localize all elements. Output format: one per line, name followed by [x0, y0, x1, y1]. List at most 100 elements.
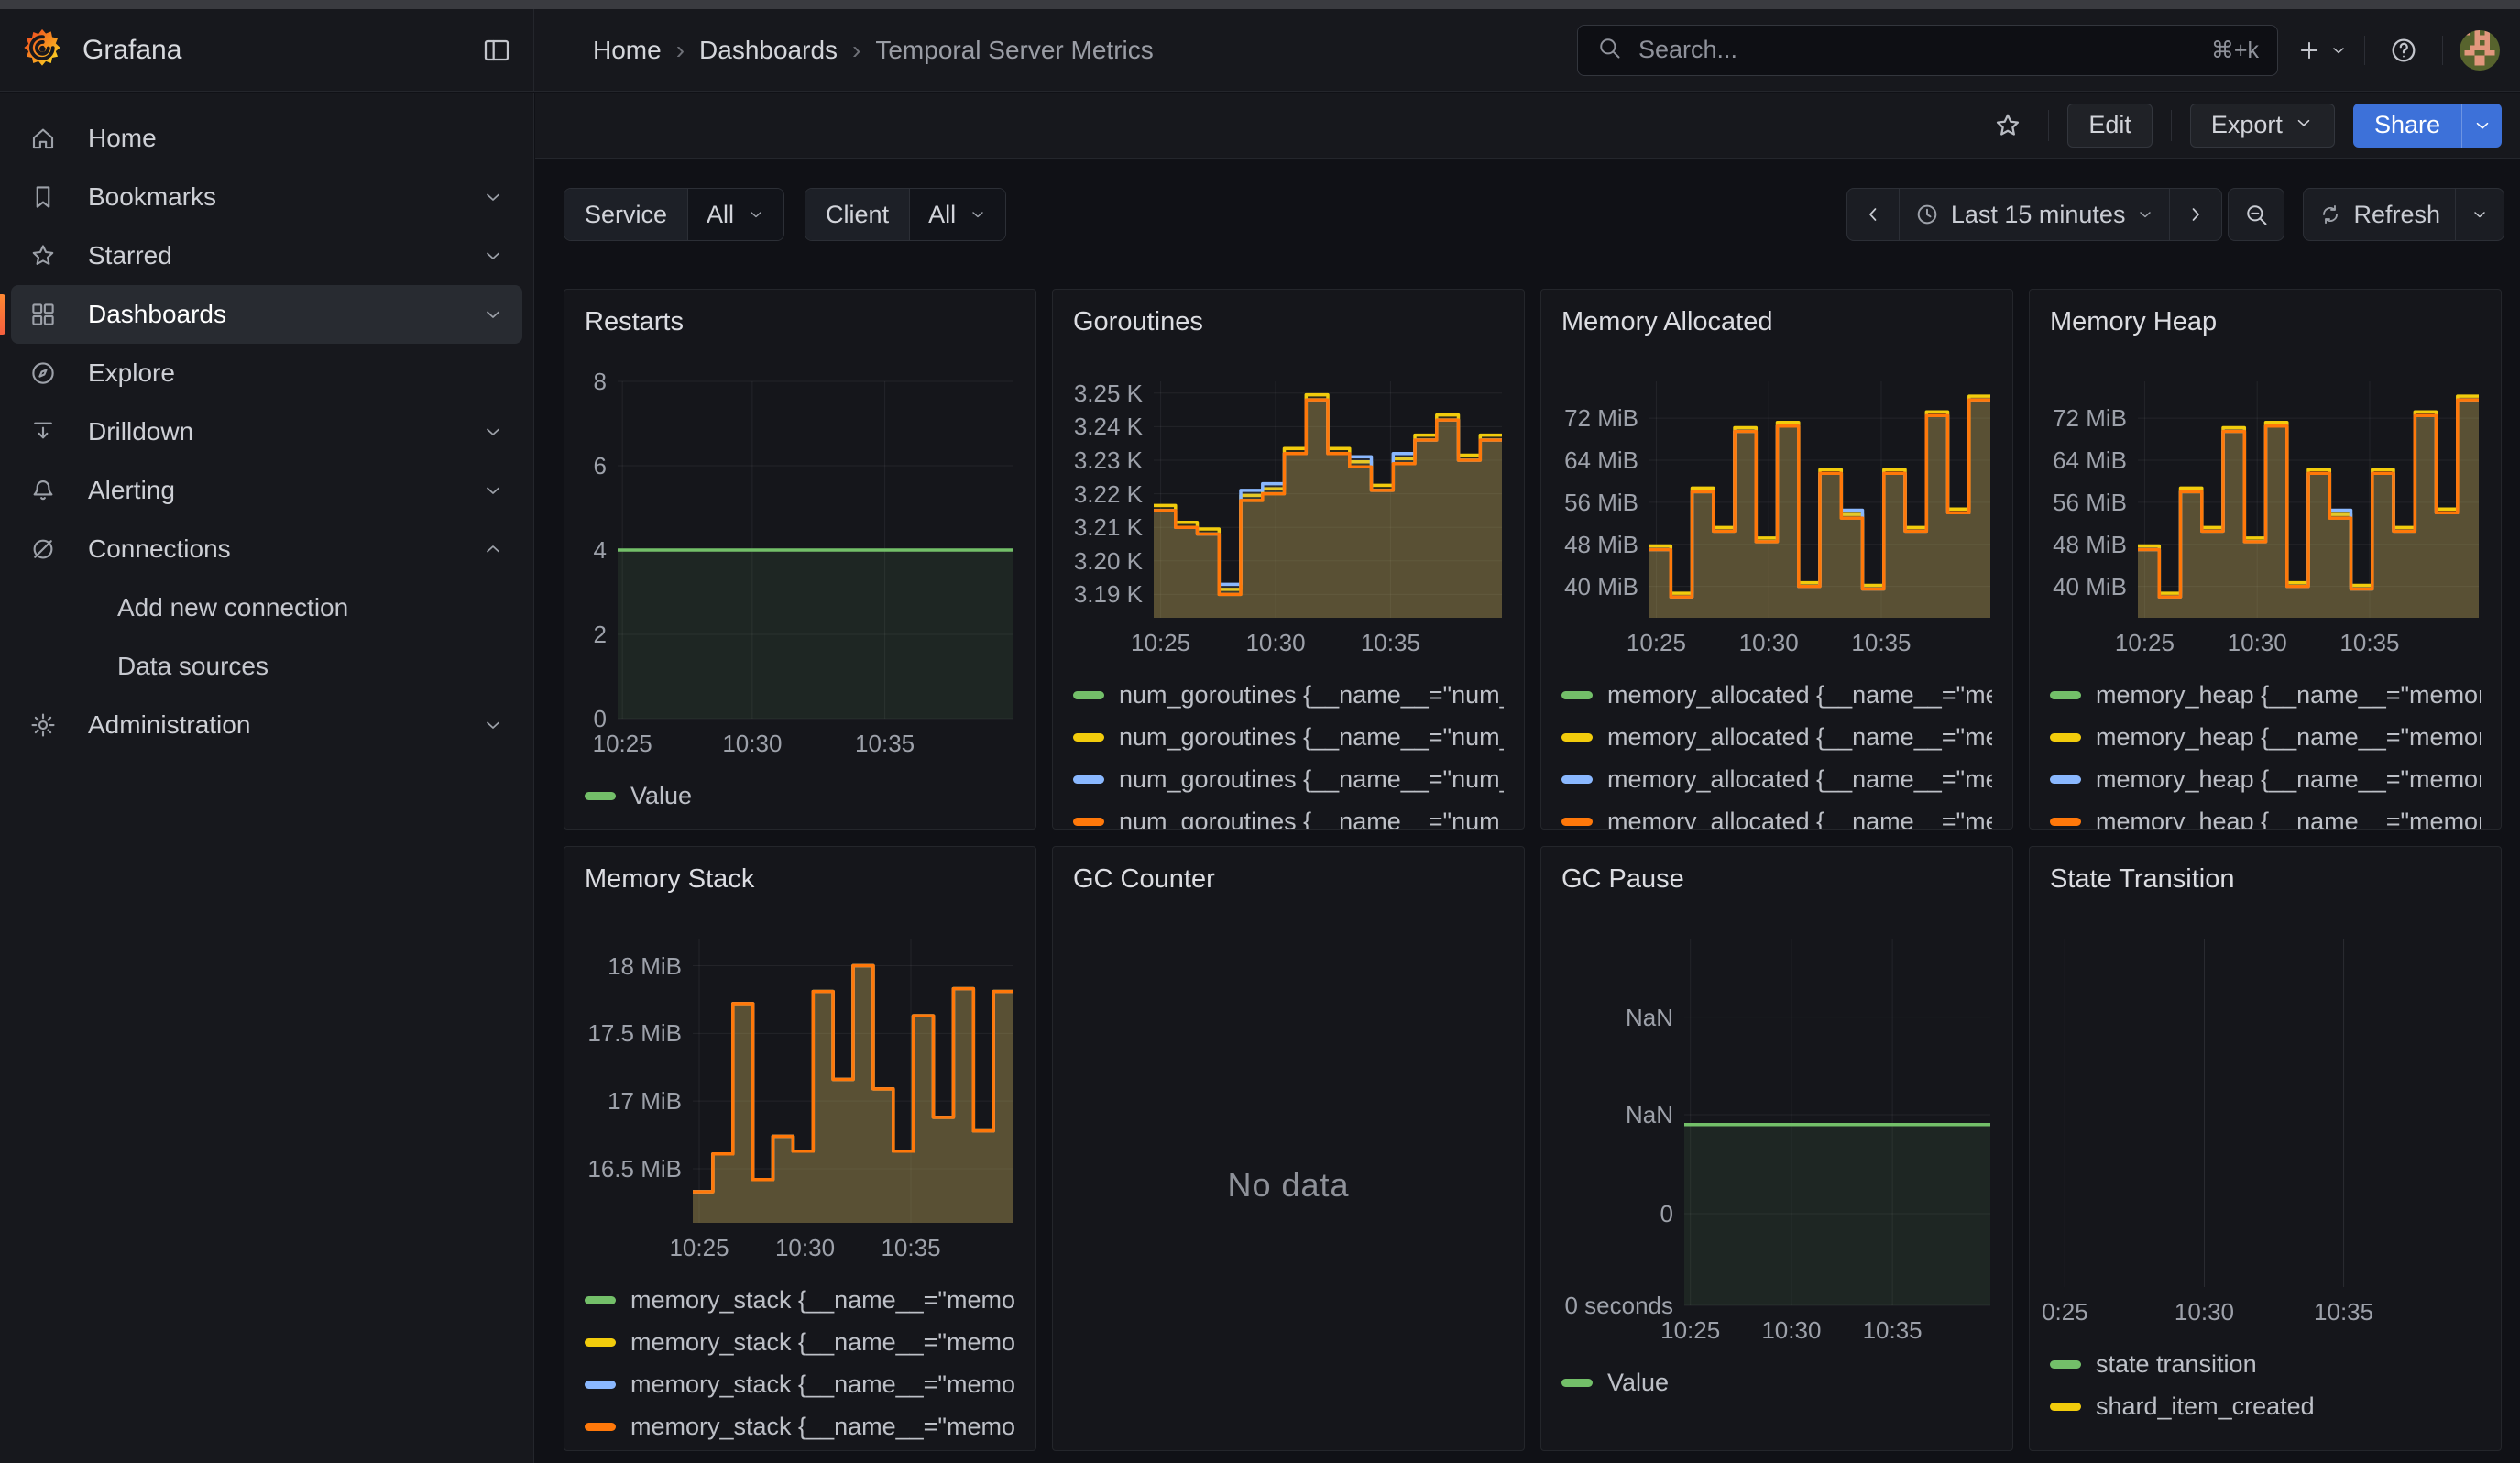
sidebar-item-drilldown[interactable]: Drilldown	[11, 402, 522, 461]
legend-dash	[2050, 1402, 2081, 1411]
breadcrumb-item-home[interactable]: Home	[593, 36, 662, 65]
legend-item[interactable]: memory_stack {__name__="memory_s	[585, 1326, 1015, 1358]
chart-plot[interactable]	[1684, 939, 1990, 1305]
y-axis-label: 56 MiB	[1561, 490, 1638, 515]
sidebar-item-explore[interactable]: Explore	[11, 344, 522, 402]
panel-goroutines: Goroutines3.25 K3.24 K3.23 K3.22 K3.21 K…	[1052, 289, 1525, 830]
breadcrumb-item-dashboards[interactable]: Dashboards	[699, 36, 838, 65]
legend-item[interactable]: memory_stack {__name__="memory_s	[585, 1368, 1015, 1401]
legend-item[interactable]: Value	[1561, 1366, 1992, 1399]
share-button-group: Share	[2353, 104, 2502, 148]
y-axis-label: 17 MiB	[585, 1088, 682, 1114]
legend-item[interactable]: memory_stack {__name__="memory_s	[585, 1410, 1015, 1443]
share-chevron-button[interactable]	[2461, 104, 2502, 148]
sidebar-item-administration[interactable]: Administration	[11, 696, 522, 754]
time-shift-forward-button[interactable]	[2169, 189, 2221, 240]
y-axis-label: 3.25 K	[1073, 380, 1143, 406]
window-title-strip	[0, 0, 2520, 9]
legend-item[interactable]: num_goroutines {__name__="num_go	[1073, 678, 1504, 711]
legend-item[interactable]: num_goroutines {__name__="num_go	[1073, 720, 1504, 754]
panel-title[interactable]: GC Counter	[1073, 862, 1504, 896]
chart-plot[interactable]	[2050, 939, 2479, 1287]
y-axis-label: NaN	[1561, 1102, 1673, 1128]
legend-item[interactable]: num_goroutines {__name__="num_go	[1073, 763, 1504, 796]
chart-plot[interactable]	[1649, 381, 1990, 618]
breadcrumb-current: Temporal Server Metrics	[875, 36, 1153, 65]
panel-title[interactable]: GC Pause	[1561, 862, 1992, 896]
x-axis-label: 10:35	[2339, 629, 2399, 657]
panel-title[interactable]: Memory Stack	[585, 862, 1015, 896]
breadcrumb-separator: ›	[852, 36, 860, 65]
x-axis-label: 10:35	[1361, 629, 1420, 657]
help-button[interactable]	[2382, 28, 2426, 72]
sidebar-item-home[interactable]: Home	[11, 109, 522, 168]
legend-item[interactable]: memory_stack {__name__="memory_s	[585, 1283, 1015, 1316]
sidebar-item-add-new-connection[interactable]: Add new connection	[11, 578, 522, 637]
refresh-icon	[2318, 203, 2342, 226]
new-button[interactable]	[2296, 38, 2348, 63]
panel-memory-heap: Memory Heap72 MiB64 MiB56 MiB48 MiB40 Mi…	[2029, 289, 2502, 830]
refresh-interval-chevron[interactable]	[2455, 189, 2504, 240]
time-shift-back-button[interactable]	[1847, 189, 1899, 240]
sidebar-item-starred[interactable]: Starred	[11, 226, 522, 285]
y-axis-label: 72 MiB	[1561, 405, 1638, 431]
chart-plot[interactable]	[693, 939, 1013, 1223]
legend-item[interactable]: memory_heap {__name__="memory_h	[2050, 678, 2481, 711]
sidebar-item-dashboards[interactable]: Dashboards	[11, 285, 522, 344]
chart-plot[interactable]	[1154, 381, 1502, 618]
sidebar-item-alerting[interactable]: Alerting	[11, 461, 522, 520]
search-box[interactable]: ⌘+k	[1577, 25, 2278, 76]
legend-item[interactable]: memory_allocated {__name__="memo	[1561, 720, 1992, 754]
sidebar-item-data-sources[interactable]: Data sources	[11, 637, 522, 696]
filter-bar: Service All Client All	[564, 188, 2520, 241]
edit-button[interactable]: Edit	[2067, 104, 2153, 148]
legend-label: num_goroutines {__name__="num_go	[1119, 681, 1504, 710]
x-axis-label: 10:30	[1761, 1316, 1821, 1345]
filter-client-label: Client	[805, 189, 909, 240]
sidebar-item-connections[interactable]: Connections	[11, 520, 522, 578]
legend-item[interactable]: memory_allocated {__name__="memo	[1561, 678, 1992, 711]
legend-dash	[2050, 733, 2081, 742]
chevron-down-icon	[482, 303, 504, 325]
legend-item[interactable]: state transition	[2050, 1348, 2481, 1380]
chevron-down-icon	[2136, 205, 2154, 224]
panel-title[interactable]: State Transition	[2050, 862, 2481, 896]
refresh-button[interactable]: Refresh	[2304, 189, 2455, 240]
legend-item[interactable]: memory_allocated {__name__="memo	[1561, 763, 1992, 796]
sidebar-toggle-button[interactable]	[482, 36, 511, 65]
legend-dash	[585, 1380, 616, 1389]
search-input[interactable]	[1637, 35, 2197, 65]
sidebar-item-label: Alerting	[88, 476, 175, 505]
refresh-group: Refresh	[2303, 188, 2504, 241]
panel-title[interactable]: Restarts	[585, 304, 1015, 339]
chart-plot[interactable]	[2138, 381, 2479, 618]
chart-plot[interactable]	[618, 381, 1013, 719]
main-area: Edit Export Share Service All	[535, 93, 2520, 1463]
star-dashboard-button[interactable]	[1986, 104, 2030, 148]
share-button[interactable]: Share	[2353, 104, 2461, 148]
panel-title[interactable]: Memory Heap	[2050, 304, 2481, 339]
time-range-button[interactable]: Last 15 minutes	[1899, 189, 2170, 240]
legend-item[interactable]: memory_heap {__name__="memory_h	[2050, 720, 2481, 754]
panel-title[interactable]: Goroutines	[1073, 304, 1504, 339]
sidebar-item-label: Add new connection	[117, 593, 348, 622]
y-axis-label: 3.22 K	[1073, 481, 1143, 507]
legend-item[interactable]: shard_item_created	[2050, 1390, 2481, 1423]
legend-item[interactable]: memory_heap {__name__="memory_h	[2050, 805, 2481, 830]
export-button[interactable]: Export	[2190, 104, 2335, 148]
legend-item[interactable]: memory_heap {__name__="memory_h	[2050, 763, 2481, 796]
legend-dash	[1561, 691, 1593, 699]
legend-item[interactable]: memory_allocated {__name__="memo	[1561, 805, 1992, 830]
sidebar-item-label: Starred	[88, 241, 172, 270]
filter-client-value[interactable]: All	[909, 189, 1005, 240]
legend-item[interactable]: num_goroutines {__name__="num_go	[1073, 805, 1504, 830]
filter-service-value[interactable]: All	[687, 189, 783, 240]
sidebar-item-bookmarks[interactable]: Bookmarks	[11, 168, 522, 226]
filter-service: Service All	[564, 188, 784, 241]
zoom-out-button[interactable]	[2229, 189, 2284, 240]
legend-item[interactable]: Value	[585, 779, 1015, 812]
breadcrumb-separator: ›	[676, 36, 685, 65]
user-avatar[interactable]	[2460, 30, 2500, 71]
panel-title[interactable]: Memory Allocated	[1561, 304, 1992, 339]
y-axis-label: 16.5 MiB	[585, 1156, 682, 1182]
